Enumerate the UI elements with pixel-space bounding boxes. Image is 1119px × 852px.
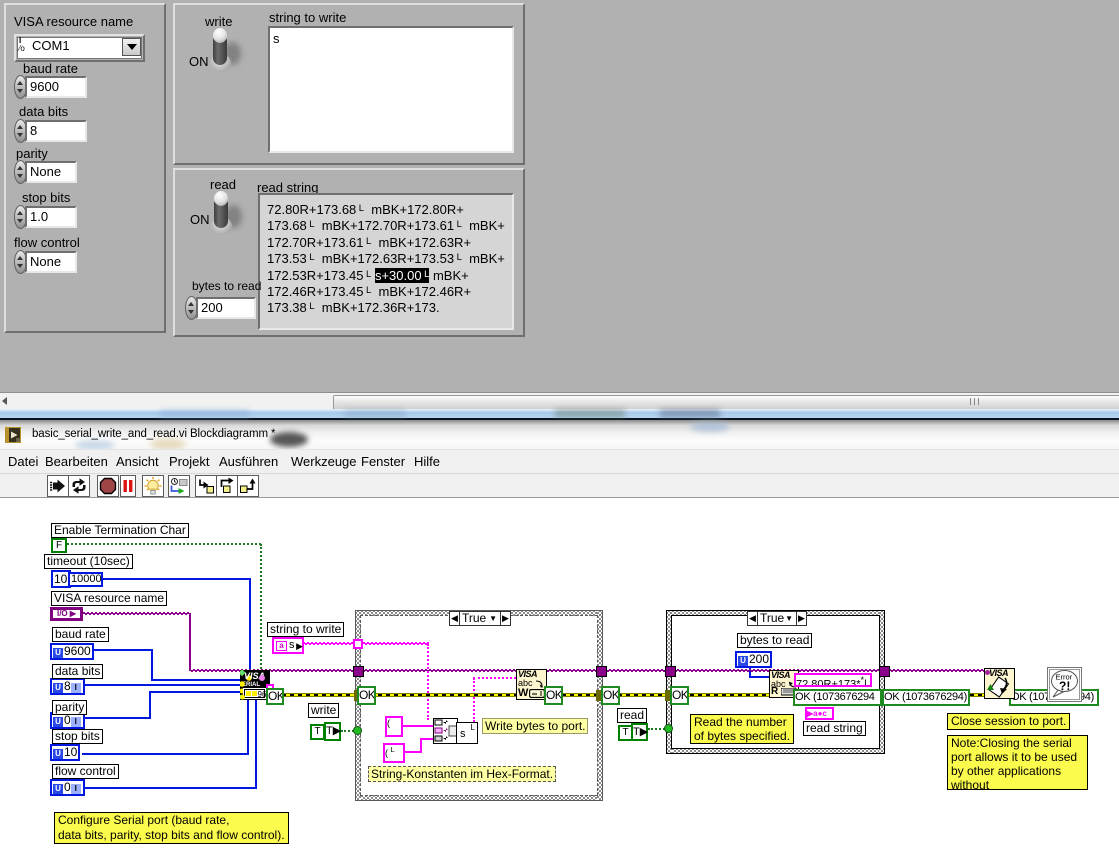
svg-text:?!: ?! <box>1059 679 1070 693</box>
svg-text:ERIAL: ERIAL <box>242 682 260 688</box>
svg-text:∞: ∞ <box>532 691 537 698</box>
